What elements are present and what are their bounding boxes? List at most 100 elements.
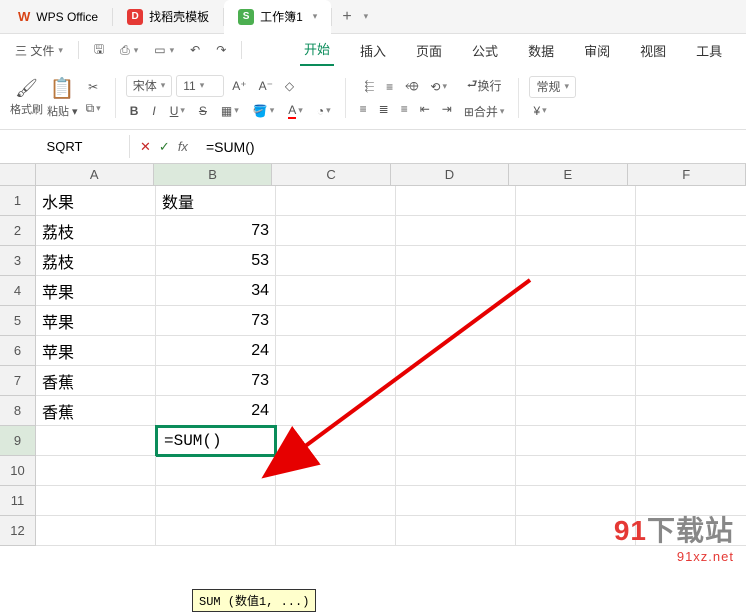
- format-painter-button[interactable]: 🖌 格式刷: [10, 78, 43, 117]
- cell-b3[interactable]: 53: [156, 246, 276, 276]
- row-header[interactable]: 6: [0, 336, 36, 366]
- cell-a2[interactable]: 荔枝: [36, 216, 156, 246]
- paste-button[interactable]: 📋 粘贴 ▾: [47, 76, 78, 119]
- indent-right-icon[interactable]: ⇥: [438, 100, 456, 118]
- cell[interactable]: [516, 186, 636, 216]
- cell[interactable]: [636, 456, 746, 486]
- cell[interactable]: [516, 306, 636, 336]
- cell[interactable]: [636, 276, 746, 306]
- row-header[interactable]: 2: [0, 216, 36, 246]
- cell[interactable]: [396, 486, 516, 516]
- row-header[interactable]: 10: [0, 456, 36, 486]
- row-header[interactable]: 11: [0, 486, 36, 516]
- cell-b9-editing[interactable]: =SUM(): [156, 426, 276, 456]
- row-header[interactable]: 7: [0, 366, 36, 396]
- cell[interactable]: [276, 246, 396, 276]
- clear-format-icon[interactable]: ◇: [281, 75, 298, 97]
- row-header[interactable]: 5: [0, 306, 36, 336]
- cells-area[interactable]: 水果 数量 荔枝 73 荔枝 53 苹果 34 苹果 73 苹果 24 香蕉 7…: [36, 186, 746, 546]
- col-header-e[interactable]: E: [509, 164, 627, 185]
- cell[interactable]: [636, 396, 746, 426]
- cell[interactable]: [276, 486, 396, 516]
- cell[interactable]: [36, 456, 156, 486]
- italic-icon[interactable]: I: [148, 101, 159, 121]
- tab-insert[interactable]: 插入: [356, 37, 390, 66]
- cut-icon[interactable]: ✂: [82, 78, 105, 96]
- col-header-d[interactable]: D: [391, 164, 509, 185]
- cell[interactable]: [396, 456, 516, 486]
- chevron-down-icon[interactable]: ▾: [364, 11, 369, 22]
- formula-input[interactable]: =SUM(): [198, 135, 746, 159]
- app-tab-wps[interactable]: W WPS Office: [4, 0, 112, 34]
- cell[interactable]: [636, 186, 746, 216]
- tab-view[interactable]: 视图: [636, 37, 670, 66]
- increase-font-icon[interactable]: A⁺: [228, 75, 250, 97]
- align-right-icon[interactable]: ≡: [397, 100, 412, 118]
- cell[interactable]: [396, 216, 516, 246]
- col-header-f[interactable]: F: [628, 164, 746, 185]
- cell[interactable]: [276, 306, 396, 336]
- cell-b4[interactable]: 34: [156, 276, 276, 306]
- wrap-text-button[interactable]: ⮐ 换行: [463, 73, 506, 98]
- doc-tab-workbook[interactable]: S 工作簿1 ▾: [224, 0, 331, 34]
- cell[interactable]: [156, 516, 276, 546]
- cell[interactable]: [396, 366, 516, 396]
- cell-b1[interactable]: 数量: [156, 186, 276, 216]
- cell[interactable]: [36, 486, 156, 516]
- cell-b7[interactable]: 73: [156, 366, 276, 396]
- font-size-combo[interactable]: 11▾: [176, 75, 224, 97]
- cell[interactable]: [396, 246, 516, 276]
- cell-a7[interactable]: 香蕉: [36, 366, 156, 396]
- select-all-corner[interactable]: [0, 164, 36, 185]
- cell-b5[interactable]: 73: [156, 306, 276, 336]
- font-color-icon[interactable]: A: [284, 101, 307, 121]
- doc-tab-template[interactable]: D 找稻壳模板: [113, 0, 223, 34]
- strike-icon[interactable]: S: [195, 101, 211, 121]
- align-middle-icon[interactable]: ≡: [382, 77, 397, 96]
- align-center-icon[interactable]: ≣: [375, 100, 393, 118]
- cell[interactable]: [156, 456, 276, 486]
- merge-cells-button[interactable]: ⊞ 合并: [460, 101, 509, 122]
- cell[interactable]: [276, 366, 396, 396]
- align-bottom-icon[interactable]: ⬲: [401, 77, 422, 96]
- cell[interactable]: [396, 186, 516, 216]
- cell[interactable]: [276, 216, 396, 246]
- cell[interactable]: [276, 186, 396, 216]
- cell[interactable]: [636, 216, 746, 246]
- tab-start[interactable]: 开始: [300, 35, 334, 66]
- bold-icon[interactable]: B: [126, 101, 143, 121]
- cell[interactable]: [36, 516, 156, 546]
- cell[interactable]: [516, 276, 636, 306]
- cell[interactable]: [636, 336, 746, 366]
- cell[interactable]: [516, 246, 636, 276]
- cell[interactable]: [156, 486, 276, 516]
- fill-color-icon[interactable]: 🪣: [249, 101, 278, 121]
- decrease-font-icon[interactable]: A⁻: [255, 75, 277, 97]
- cell-a1[interactable]: 水果: [36, 186, 156, 216]
- cell[interactable]: [276, 276, 396, 306]
- cell[interactable]: [396, 516, 516, 546]
- cell[interactable]: [396, 396, 516, 426]
- cell[interactable]: [516, 216, 636, 246]
- cell[interactable]: [396, 306, 516, 336]
- font-name-combo[interactable]: 宋体▾: [126, 75, 173, 97]
- cell[interactable]: [636, 246, 746, 276]
- add-tab-button[interactable]: +: [332, 8, 361, 26]
- col-header-a[interactable]: A: [36, 164, 154, 185]
- cell[interactable]: [276, 426, 396, 456]
- cell[interactable]: [516, 336, 636, 366]
- cell-a3[interactable]: 荔枝: [36, 246, 156, 276]
- fx-icon[interactable]: fx: [178, 139, 188, 154]
- cell-a6[interactable]: 苹果: [36, 336, 156, 366]
- cell-a9[interactable]: [36, 426, 156, 456]
- underline-icon[interactable]: U: [166, 101, 189, 121]
- cell-a8[interactable]: 香蕉: [36, 396, 156, 426]
- cell[interactable]: [516, 366, 636, 396]
- cell-b2[interactable]: 73: [156, 216, 276, 246]
- tab-page[interactable]: 页面: [412, 37, 446, 66]
- cell-a4[interactable]: 苹果: [36, 276, 156, 306]
- cell[interactable]: [276, 396, 396, 426]
- tab-formula[interactable]: 公式: [468, 37, 502, 66]
- tab-review[interactable]: 审阅: [580, 37, 614, 66]
- copy-icon[interactable]: ⧉: [82, 99, 105, 118]
